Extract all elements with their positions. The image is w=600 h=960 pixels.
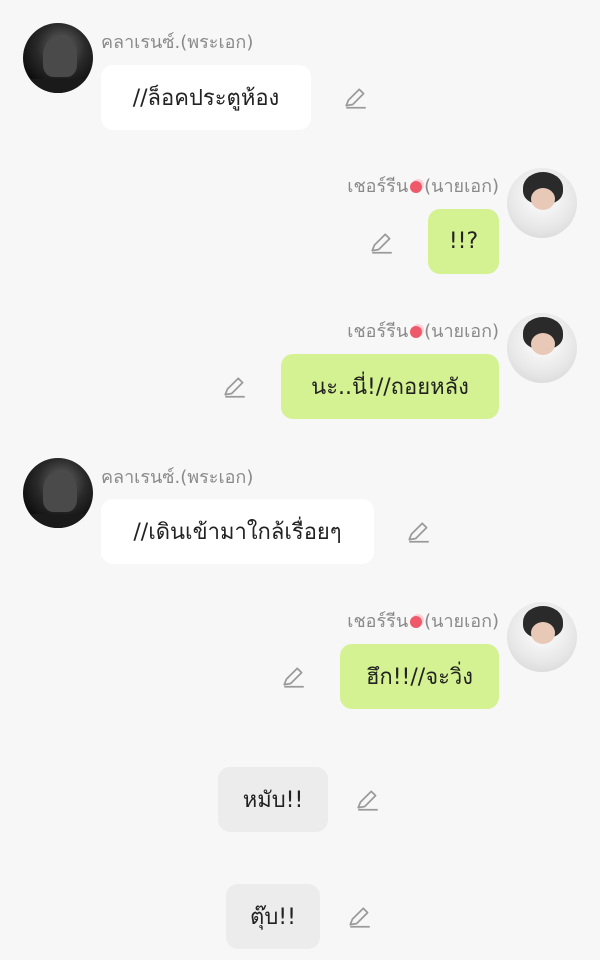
- avatar[interactable]: [507, 313, 577, 383]
- pencil-icon[interactable]: [355, 787, 381, 813]
- avatar[interactable]: [507, 602, 577, 672]
- sender-name-label: เชอร์รีน: [347, 176, 409, 197]
- sender-name-label: เชอร์รีน: [347, 321, 409, 342]
- sender-name: เชอร์รีน (นายเอก): [347, 316, 499, 345]
- pencil-icon[interactable]: [343, 85, 369, 111]
- sender-name-suffix: (นายเอก): [424, 176, 499, 197]
- narration-bubble[interactable]: หมับ!!: [218, 767, 328, 832]
- heart-icon: [410, 181, 423, 193]
- heart-icon: [410, 326, 423, 338]
- avatar[interactable]: [23, 458, 93, 528]
- sender-name: เชอร์รีน (นายเอก): [347, 171, 499, 200]
- message-bubble[interactable]: !!?: [428, 209, 499, 274]
- pencil-icon[interactable]: [369, 230, 395, 256]
- pencil-icon[interactable]: [222, 374, 248, 400]
- avatar[interactable]: [507, 168, 577, 238]
- message-bubble[interactable]: ฮึก!!//จะวิ่ง: [340, 644, 499, 709]
- pencil-icon[interactable]: [406, 519, 432, 545]
- sender-name-label: เชอร์รีน: [347, 611, 409, 632]
- sender-name: คลาเรนซ์.(พระเอก): [101, 467, 254, 488]
- pencil-icon[interactable]: [281, 664, 307, 690]
- narration-bubble[interactable]: ตุ๊บ!!: [226, 884, 320, 949]
- avatar[interactable]: [23, 23, 93, 93]
- sender-name: เชอร์รีน (นายเอก): [347, 606, 499, 635]
- sender-name-suffix: (นายเอก): [424, 321, 499, 342]
- sender-name-suffix: (นายเอก): [424, 611, 499, 632]
- sender-name: คลาเรนซ์.(พระเอก): [101, 32, 254, 53]
- message-bubble[interactable]: //ล็อคประตูห้อง: [101, 65, 311, 130]
- pencil-icon[interactable]: [347, 904, 373, 930]
- message-bubble[interactable]: นะ..นี่!//ถอยหลัง: [281, 354, 499, 419]
- message-bubble[interactable]: //เดินเข้ามาใกล้เรื่อยๆ: [101, 499, 374, 564]
- heart-icon: [410, 616, 423, 628]
